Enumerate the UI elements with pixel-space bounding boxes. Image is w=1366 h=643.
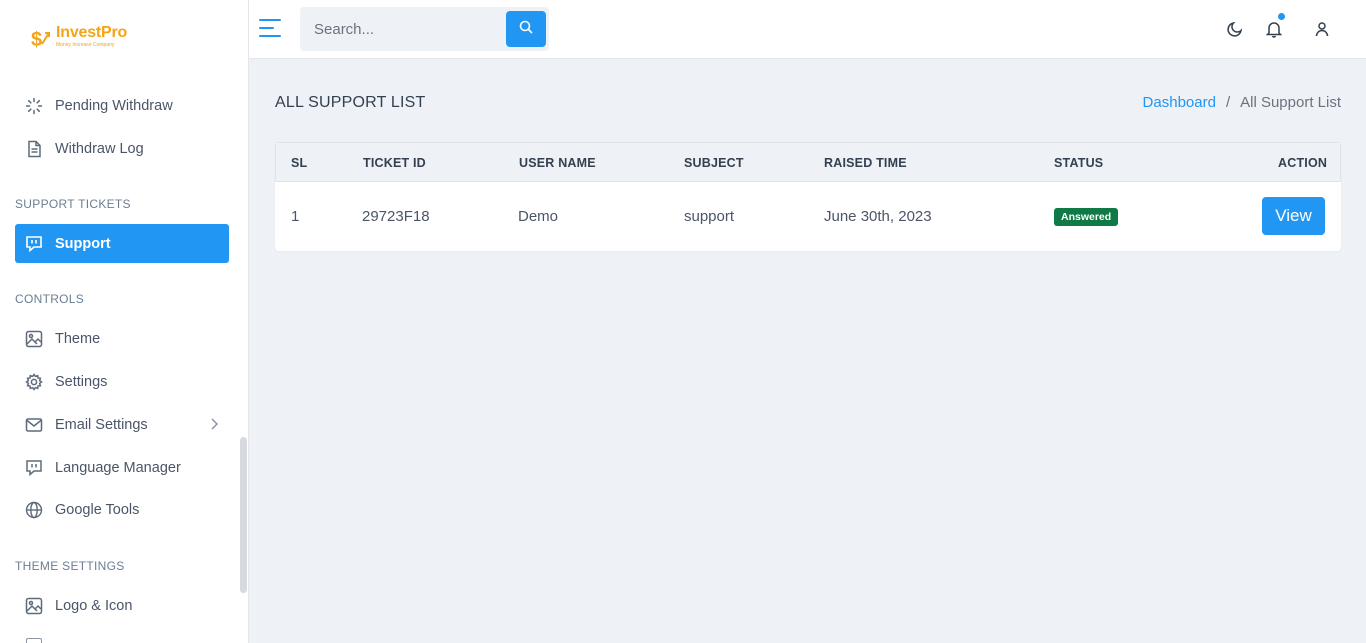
col-header-subject: SUBJECT <box>684 156 744 170</box>
sidebar-item-label: Theme <box>55 330 101 347</box>
search-button[interactable] <box>506 11 546 47</box>
col-header-status: STATUS <box>1054 156 1104 170</box>
brand-name: InvestPro <box>56 24 128 41</box>
sidebar-item-google-tools[interactable]: Google Tools <box>15 490 229 529</box>
section-title-controls: CONTROLS <box>15 292 85 306</box>
brand-logo[interactable]: $ InvestPro Money Increase Company <box>30 24 127 54</box>
sidebar: $ InvestPro Money Increase Company Pendi… <box>0 0 249 643</box>
sidebar-item-logo-icon[interactable]: Logo & Icon <box>15 586 229 625</box>
search-icon <box>519 20 533 39</box>
search-box <box>300 7 549 51</box>
chat-icon <box>25 459 43 477</box>
sidebar-item-label: Settings <box>55 373 108 390</box>
sidebar-item-settings[interactable]: Settings <box>15 362 229 401</box>
sidebar-item-language-manager[interactable]: Language Manager <box>15 448 229 487</box>
user-icon[interactable] <box>1311 18 1333 40</box>
image-icon <box>25 330 43 348</box>
col-header-user-name: USER NAME <box>519 156 596 170</box>
table-header: SL TICKET ID USER NAME SUBJECT RAISED TI… <box>275 142 1341 182</box>
notification-dot <box>1278 13 1285 20</box>
gear-icon <box>25 372 43 391</box>
col-header-raised-time: RAISED TIME <box>824 156 907 170</box>
sidebar-item-label: Pending Withdraw <box>55 97 173 114</box>
status-badge: Answered <box>1054 208 1119 226</box>
partial-icon <box>26 638 42 643</box>
mail-icon <box>25 416 43 434</box>
sidebar-item-email-settings[interactable]: Email Settings <box>15 405 229 444</box>
col-header-sl: SL <box>291 156 308 170</box>
view-button[interactable]: View <box>1262 197 1325 235</box>
cell-user-name: Demo <box>518 208 559 225</box>
sidebar-scrollbar[interactable] <box>240 437 247 593</box>
cell-raised-time: June 30th, 2023 <box>824 208 932 225</box>
search-input[interactable] <box>300 7 505 51</box>
globe-icon <box>25 501 43 519</box>
support-table-card: SL TICKET ID USER NAME SUBJECT RAISED TI… <box>275 142 1341 251</box>
sidebar-item-label: Email Settings <box>55 416 148 433</box>
section-title-theme-settings: THEME SETTINGS <box>15 559 125 573</box>
sidebar-item-label: Support <box>55 235 111 252</box>
svg-text:$: $ <box>31 29 42 50</box>
sidebar-item-support[interactable]: Support <box>15 224 229 263</box>
breadcrumb: Dashboard / All Support List <box>1143 94 1341 111</box>
chat-icon <box>25 235 43 253</box>
image-icon <box>25 597 43 615</box>
col-header-action: ACTION <box>1278 156 1328 170</box>
sidebar-item-label: Language Manager <box>55 459 181 476</box>
sidebar-item-label: Google Tools <box>55 501 140 518</box>
bell-icon[interactable] <box>1263 13 1285 40</box>
cell-subject: support <box>684 208 735 225</box>
loader-icon <box>25 97 43 115</box>
moon-icon[interactable] <box>1224 18 1246 40</box>
logo-icon: $ <box>30 24 54 51</box>
sidebar-item-label: Logo & Icon <box>55 597 133 614</box>
topbar <box>249 0 1366 59</box>
breadcrumb-separator: / <box>1225 94 1231 111</box>
sidebar-item-theme[interactable]: Theme <box>15 319 229 358</box>
sidebar-item-pending-withdraw[interactable]: Pending Withdraw <box>15 86 229 125</box>
breadcrumb-current: All Support List <box>1240 94 1341 111</box>
col-header-ticket-id: TICKET ID <box>363 156 426 170</box>
section-title-support: SUPPORT TICKETS <box>15 197 131 211</box>
cell-ticket-id: 29723F18 <box>362 208 430 225</box>
page-title: ALL SUPPORT LIST <box>275 94 426 111</box>
chevron-right-icon <box>209 417 219 435</box>
menu-icon[interactable] <box>259 18 283 40</box>
sidebar-item-withdraw-log[interactable]: Withdraw Log <box>15 129 229 168</box>
sidebar-item-label: Withdraw Log <box>55 140 144 157</box>
brand-tagline: Money Increase Company <box>56 42 115 48</box>
document-icon <box>25 140 43 158</box>
cell-sl: 1 <box>291 208 300 225</box>
breadcrumb-dashboard-link[interactable]: Dashboard <box>1143 94 1216 111</box>
